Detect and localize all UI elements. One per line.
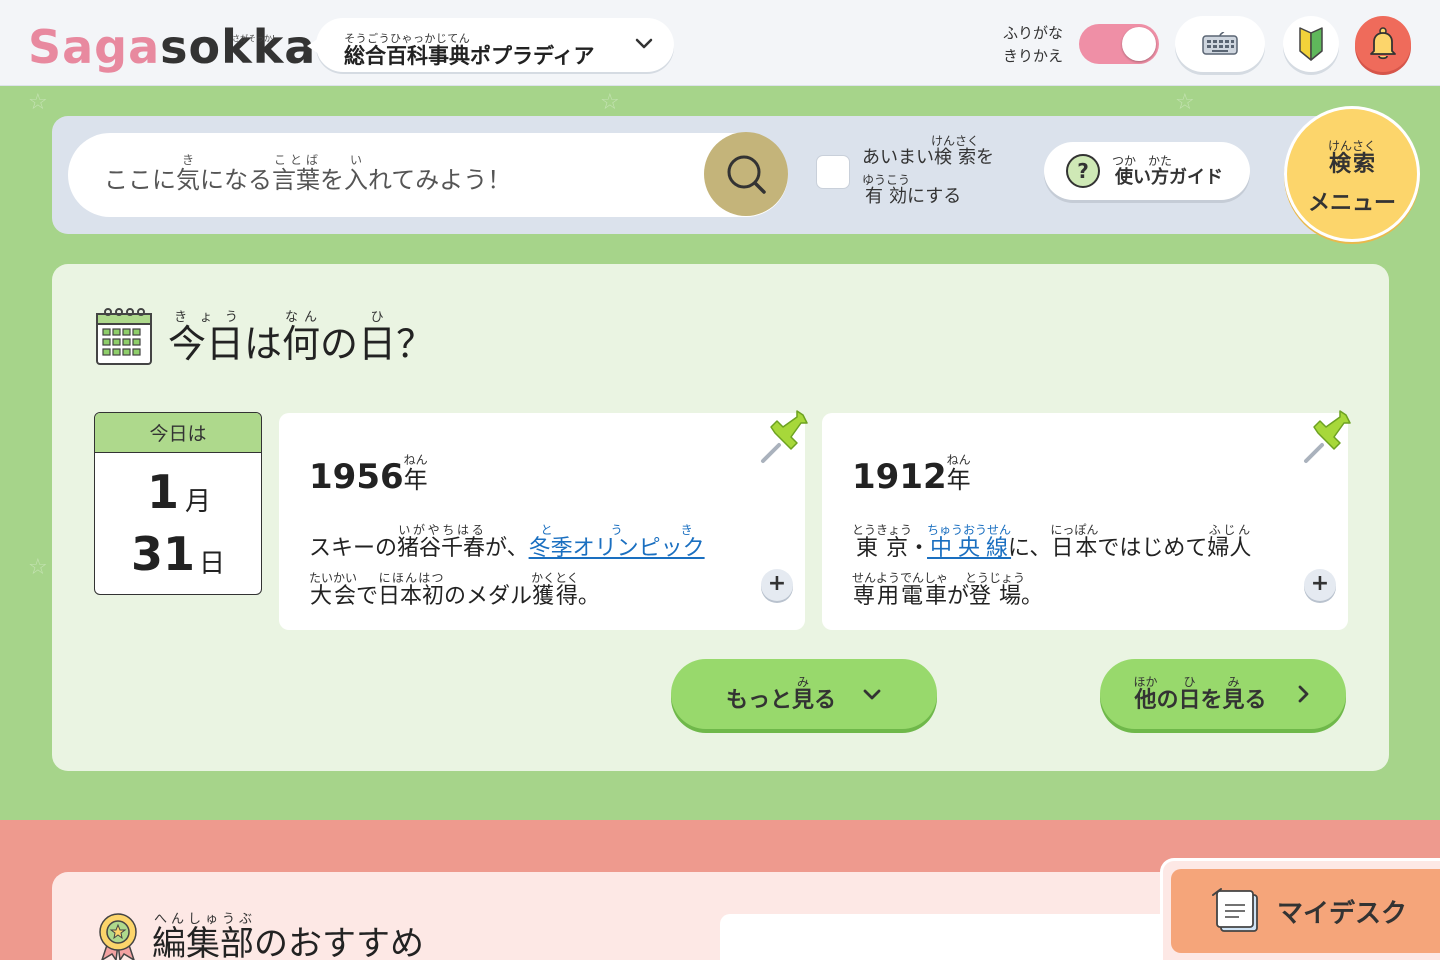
notification-button[interactable] <box>1355 16 1411 72</box>
keyboard-button[interactable] <box>1175 16 1265 72</box>
notebook-icon <box>1212 888 1258 932</box>
search-menu-button[interactable]: 検索けんさく メニュー <box>1284 106 1420 242</box>
see-other-day-button[interactable]: 他ほかの日ひを見みる <box>1100 659 1346 729</box>
history-event-card[interactable]: 1956年ねん スキーの猪谷千春いがやちはるが、冬季オリンピックとうき 大会たい… <box>279 410 808 630</box>
event-description: 東京とうきょう・中央線ちゅうおうせんに、日本にっぽんではじめて婦人ふじん 専用電… <box>852 523 1252 609</box>
award-badge-icon <box>99 913 137 960</box>
calendar-icon <box>96 308 152 365</box>
my-desk-label: マイデスク <box>1277 898 1408 929</box>
search-menu-label-line2: メニュー <box>1307 191 1396 216</box>
chevron-down-icon <box>863 689 881 700</box>
search-input[interactable]: ここに気きになる言葉ことばを入いれてみよう！ <box>104 153 684 195</box>
app-logo[interactable]: Sagasokka! さがそっか! <box>28 22 338 72</box>
furigana-toggle-label: ふりがな きりかえ <box>1003 24 1064 65</box>
pushpin-icon <box>761 410 808 463</box>
bell-icon <box>1370 27 1396 60</box>
search-icon <box>727 155 766 194</box>
beginner-mark-icon <box>1299 27 1323 61</box>
event-description: スキーの猪谷千春いがやちはるが、冬季オリンピックとうき 大会たいかいで日本初にほ… <box>309 523 705 609</box>
date-card-header: 今日は <box>95 413 261 453</box>
background-star-decoration: ☆ <box>28 90 48 115</box>
app-header: Sagasokka! さがそっか! 総合百科事典そうごうひゃっかじてんポプラディ… <box>0 0 1440 86</box>
see-other-day-label: 他ほかの日ひを見みる <box>1133 674 1267 713</box>
dictionary-select[interactable]: 総合百科事典そうごうひゃっかじてんポプラディア <box>307 18 674 72</box>
recommend-card[interactable] <box>720 914 1200 960</box>
my-desk-button-face: マイデスク <box>1171 869 1440 953</box>
event-year: 1912年ねん <box>852 453 971 497</box>
search-menu-label: 検索けんさく <box>1327 139 1376 177</box>
day-unit: 日 <box>199 549 226 579</box>
dictionary-name: 総合百科事典そうごうひゃっかじてんポプラディア <box>344 32 595 68</box>
search-input-box[interactable]: ここに気きになる言葉ことばを入いれてみよう！ <box>68 133 788 217</box>
expand-event-button[interactable]: + <box>1304 569 1336 601</box>
furigana-toggle-switch[interactable] <box>1079 24 1159 64</box>
pushpin-icon <box>1304 410 1351 463</box>
today-date-card: 今日は 1 月 31 日 <box>94 412 262 595</box>
see-more-label: もっと見みる <box>725 674 837 713</box>
my-desk-button[interactable]: マイデスク <box>1160 858 1440 960</box>
background-star-decoration: ☆ <box>1175 90 1195 115</box>
see-more-button[interactable]: もっと見みる <box>671 659 937 729</box>
search-button[interactable] <box>704 132 788 216</box>
expand-event-button[interactable]: + <box>761 569 793 601</box>
chevron-right-icon <box>1298 685 1308 703</box>
history-event-card[interactable]: 1912年ねん 東京とうきょう・中央線ちゅうおうせんに、日本にっぽんではじめて婦… <box>822 410 1351 630</box>
beginner-guide-button[interactable] <box>1283 16 1339 72</box>
day-number: 31 <box>131 527 196 581</box>
how-to-use-guide-button[interactable]: ? 使つかい方かたガイド <box>1044 142 1250 200</box>
event-year: 1956年ねん <box>309 453 428 497</box>
month-unit: 月 <box>185 487 212 517</box>
guide-button-label: 使つかい方かたガイド <box>1112 153 1223 188</box>
event-link-chuo-line[interactable]: 中央線ちゅうおうせん <box>927 523 1011 561</box>
month-number: 1 <box>147 465 180 519</box>
fuzzy-search-label: あいまい検索けんさくを 有効ゆうこうにする <box>862 134 995 207</box>
event-link-winter-olympics[interactable]: 冬季オリンピックとうき <box>529 523 705 561</box>
today-section-title: 今日きょうは何なんの日ひ？ <box>168 310 435 366</box>
recommend-section-title: 編集部へんしゅうぶのおすすめ <box>152 912 424 960</box>
keyboard-icon <box>1202 32 1238 55</box>
toggle-knob <box>1122 27 1156 61</box>
background-star-decoration: ☆ <box>28 555 48 580</box>
chevron-down-icon <box>635 38 653 49</box>
question-icon: ? <box>1066 154 1100 188</box>
fuzzy-search-checkbox[interactable] <box>816 155 850 189</box>
background-star-decoration: ☆ <box>600 90 620 115</box>
